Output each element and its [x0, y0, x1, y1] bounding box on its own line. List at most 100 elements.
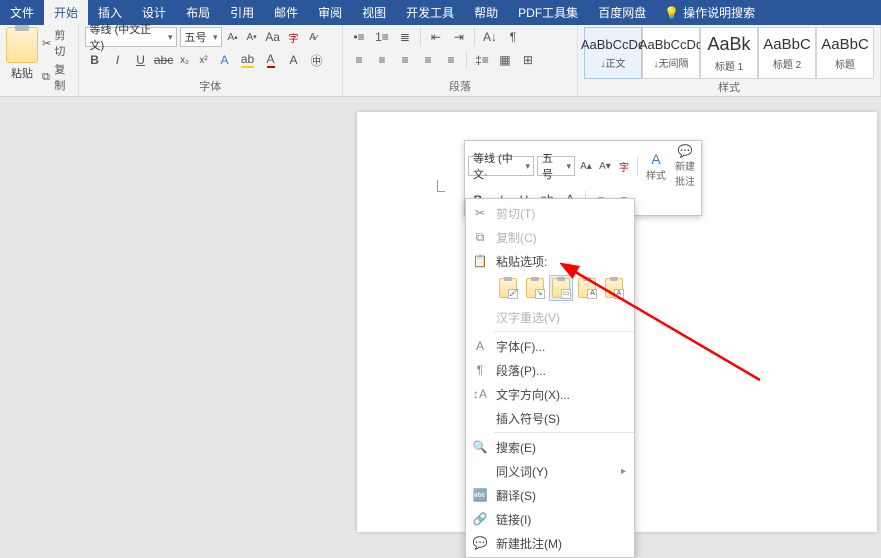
comment-icon: 💬	[678, 144, 693, 158]
change-case-button[interactable]: Aa	[263, 27, 283, 47]
styles-icon: A	[651, 151, 660, 167]
paste-options-row: 🖌 ↘ ▭ A A	[466, 273, 634, 305]
paragraph-icon: ¶	[472, 362, 488, 378]
justify-button[interactable]: ≡	[418, 50, 438, 70]
superscript-button[interactable]: x²	[196, 50, 212, 70]
scissors-icon: ✂	[472, 205, 488, 221]
group-font: 等线 (中文正文) 五号 A▴ A▾ Aa 字 A̷ B I U abc x₂ …	[79, 25, 343, 96]
font-color-button[interactable]: A	[261, 50, 281, 70]
tab-review[interactable]: 审阅	[308, 0, 352, 25]
tab-help[interactable]: 帮助	[464, 0, 508, 25]
bullets-button[interactable]: •≡	[349, 27, 369, 47]
paste-keep-source-formatting[interactable]: 🖌	[496, 275, 520, 301]
show-marks-button[interactable]: ¶	[503, 27, 523, 47]
ctx-link[interactable]: 🔗链接(I)	[466, 507, 634, 531]
mt-phonetic[interactable]: 字	[616, 156, 632, 176]
arrow-badge-icon: ↘	[535, 289, 545, 299]
increase-indent-button[interactable]: ⇥	[449, 27, 469, 47]
group-styles: AaBbCcDd↓正文 AaBbCcDd↓无间隔 AaBk标题 1 AaBbC标…	[578, 25, 881, 96]
ctx-new-comment[interactable]: 💬新建批注(M)	[466, 531, 634, 555]
style-title[interactable]: AaBbC标题	[816, 27, 874, 79]
bold-button[interactable]: B	[85, 50, 105, 70]
tab-mailings[interactable]: 邮件	[264, 0, 308, 25]
borders-button[interactable]: ⊞	[518, 50, 538, 70]
cut-button[interactable]: ✂剪切	[42, 27, 72, 59]
paste-use-destination-theme[interactable]: A	[602, 275, 626, 301]
ctx-cut: ✂剪切(T)	[466, 201, 634, 225]
picture-badge-icon: ▭	[561, 289, 571, 299]
group-paragraph-label: 段落	[349, 78, 571, 96]
tab-pdf-tools[interactable]: PDF工具集	[508, 0, 588, 25]
scissors-icon: ✂	[42, 37, 51, 49]
phonetic-guide-button[interactable]: 字	[286, 27, 302, 47]
style-heading-2[interactable]: AaBbC标题 2	[758, 27, 816, 79]
character-shading-button[interactable]: A	[284, 50, 304, 70]
translate-icon: 🔤	[472, 487, 488, 503]
style-heading-1[interactable]: AaBk标题 1	[700, 27, 758, 79]
shading-button[interactable]: ▦	[495, 50, 515, 70]
mt-shrink-font[interactable]: A▾	[597, 156, 613, 176]
tell-me-search[interactable]: 💡 操作说明搜索	[656, 0, 763, 25]
distributed-button[interactable]: ≡	[441, 50, 461, 70]
sort-button[interactable]: A↓	[480, 27, 500, 47]
paste-keep-text-only[interactable]: A	[575, 275, 599, 301]
ribbon: 粘贴 ✂剪切 ⧉复制 🖌格式刷 剪贴板 等线 (中文正文) 五号 A▴ A▾ A…	[0, 25, 881, 97]
paste-merge-formatting[interactable]: ↘	[522, 275, 546, 301]
ctx-search[interactable]: 🔍搜索(E)	[466, 435, 634, 459]
tab-references[interactable]: 引用	[220, 0, 264, 25]
clear-formatting-button[interactable]: A̷	[305, 27, 321, 47]
subscript-button[interactable]: x₂	[177, 50, 193, 70]
enclose-characters-button[interactable]: ㊥	[307, 50, 327, 70]
align-right-button[interactable]: ≡	[395, 50, 415, 70]
grow-font-button[interactable]: A▴	[225, 27, 241, 47]
ctx-han-reselect: 汉字重选(V)	[466, 305, 634, 329]
shrink-font-button[interactable]: A▾	[244, 27, 260, 47]
font-name-combo[interactable]: 等线 (中文正文)	[85, 27, 177, 47]
align-left-button[interactable]: ≡	[349, 50, 369, 70]
tab-view[interactable]: 视图	[352, 0, 396, 25]
context-menu: ✂剪切(T) ⧉复制(C) 📋粘贴选项: 🖌 ↘ ▭ A A 汉字重选(V) A…	[465, 198, 635, 558]
numbering-button[interactable]: 1≡	[372, 27, 392, 47]
italic-button[interactable]: I	[108, 50, 128, 70]
multilevel-list-button[interactable]: ≣	[395, 27, 415, 47]
tab-file[interactable]: 文件	[0, 0, 44, 25]
copy-icon: ⧉	[472, 229, 488, 245]
mt-grow-font[interactable]: A▴	[578, 156, 594, 176]
text-effects-button[interactable]: A	[215, 50, 235, 70]
document-area	[0, 97, 881, 523]
ctx-synonyms[interactable]: 同义词(Y)▸	[466, 459, 634, 483]
align-center-button[interactable]: ≡	[372, 50, 392, 70]
tell-me-placeholder: 操作说明搜索	[683, 4, 755, 21]
style-normal[interactable]: AaBbCcDd↓正文	[584, 27, 642, 79]
style-no-spacing[interactable]: AaBbCcDd↓无间隔	[642, 27, 700, 79]
paste-label[interactable]: 粘贴	[11, 65, 33, 81]
lightbulb-icon: 💡	[664, 6, 679, 20]
text-badge-icon-2: A	[614, 289, 624, 299]
ctx-copy: ⧉复制(C)	[466, 225, 634, 249]
strikethrough-button[interactable]: abc	[154, 50, 174, 70]
ctx-paragraph[interactable]: ¶段落(P)...	[466, 358, 634, 382]
line-spacing-button[interactable]: ‡≡	[472, 50, 492, 70]
ctx-insert-symbol[interactable]: 插入符号(S)	[466, 406, 634, 430]
paste-button[interactable]	[6, 27, 38, 63]
group-clipboard: 粘贴 ✂剪切 ⧉复制 🖌格式刷 剪贴板	[0, 25, 79, 96]
tab-baidu-netdisk[interactable]: 百度网盘	[588, 0, 656, 25]
copy-button[interactable]: ⧉复制	[42, 61, 72, 93]
tab-home[interactable]: 开始	[44, 0, 88, 25]
text-badge-icon: A	[587, 289, 597, 299]
ctx-font[interactable]: A字体(F)...	[466, 334, 634, 358]
underline-button[interactable]: U	[131, 50, 151, 70]
font-size-combo[interactable]: 五号	[180, 27, 222, 47]
highlight-button[interactable]: ab	[238, 50, 258, 70]
tab-developer[interactable]: 开发工具	[396, 0, 464, 25]
mt-new-comment-button[interactable]: 💬 新建 批注	[672, 144, 698, 188]
ctx-translate[interactable]: 🔤翻译(S)	[466, 483, 634, 507]
mt-font-size-combo[interactable]: 五号	[537, 156, 575, 176]
ctx-text-direction[interactable]: ↕A文字方向(X)...	[466, 382, 634, 406]
tab-layout[interactable]: 布局	[176, 0, 220, 25]
paste-picture[interactable]: ▭	[549, 275, 573, 301]
mt-font-name-combo[interactable]: 等线 (中文·	[468, 156, 534, 176]
decrease-indent-button[interactable]: ⇤	[426, 27, 446, 47]
mt-styles-button[interactable]: A 样式	[643, 151, 669, 182]
clipboard-icon: 📋	[472, 253, 488, 269]
